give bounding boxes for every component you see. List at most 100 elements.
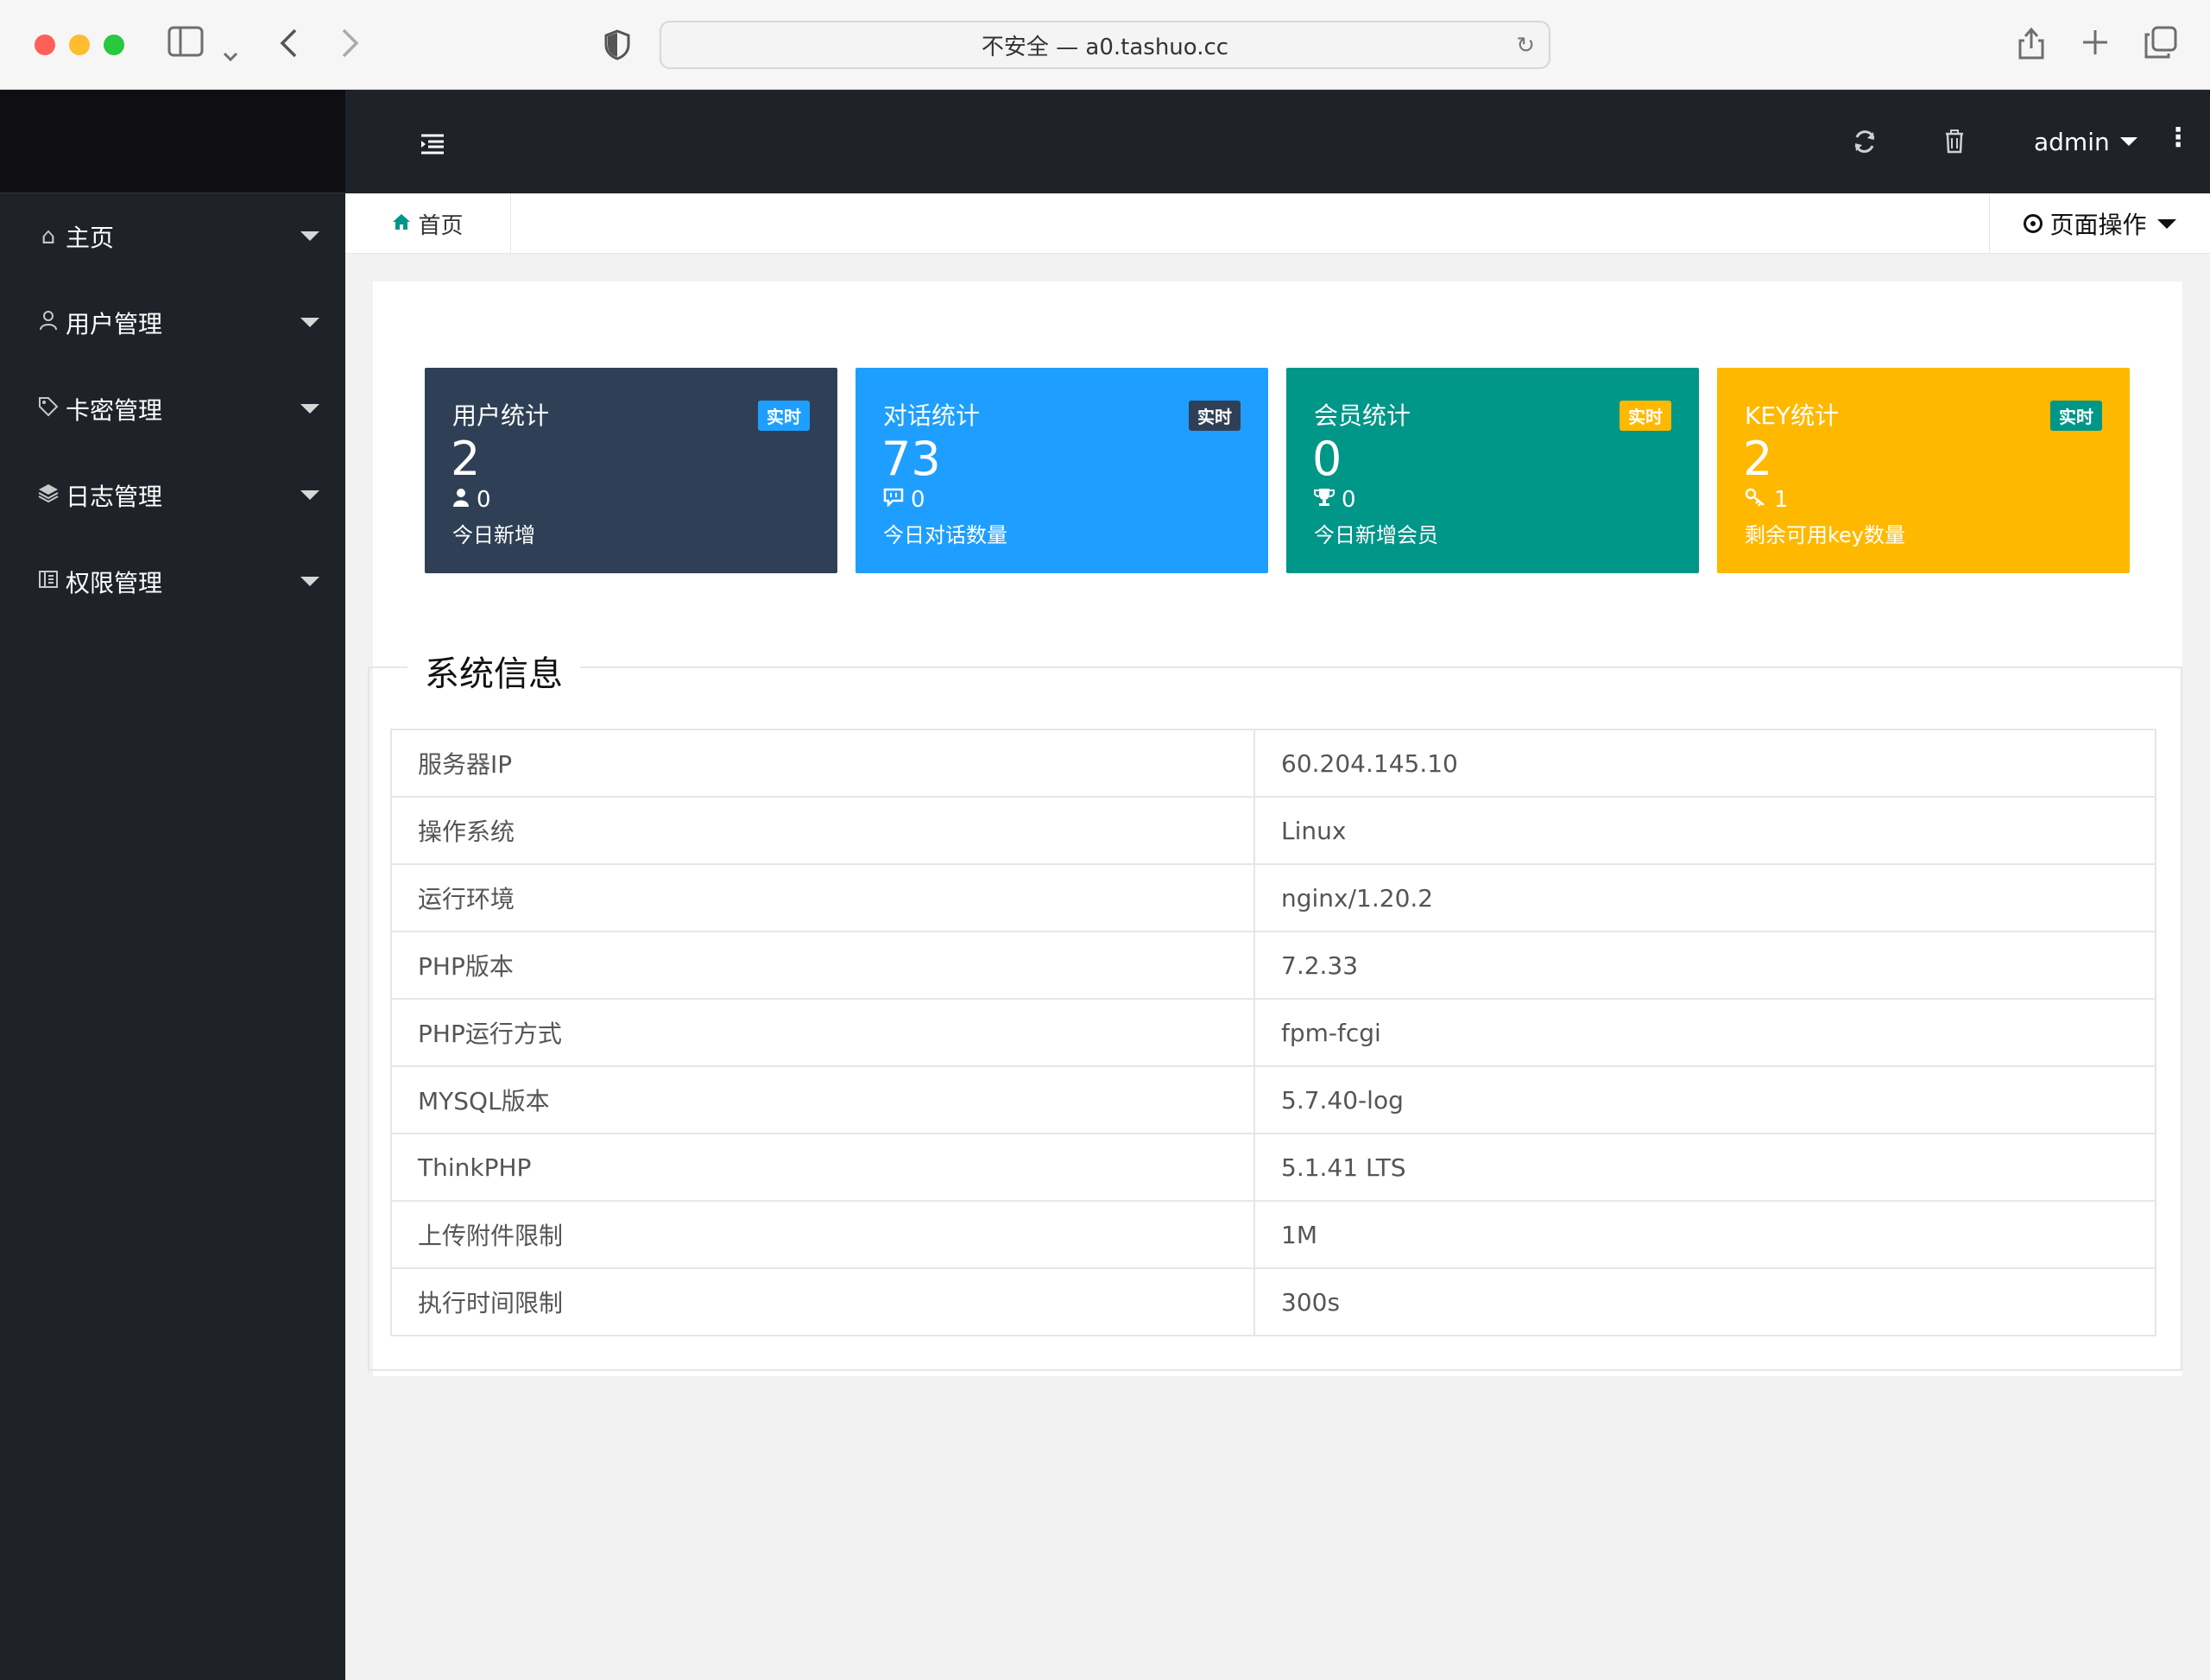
- table-row: PHP运行方式 fpm-fcgi: [390, 998, 2156, 1067]
- dashboard-panel: 用户统计 实时 2 0 今日新增 对话统计 实时 73 0 今日对话数量 会员统…: [368, 281, 2182, 1376]
- stat-title: 用户统计: [452, 401, 550, 430]
- chat-icon: [883, 488, 904, 512]
- tab-bar: 首页 页面操作: [345, 193, 2210, 254]
- permission-icon: [35, 569, 62, 596]
- realtime-badge: 实时: [1189, 401, 1241, 431]
- sidebar: ⌂ 主页 用户管理 卡密管理 日志管理 权限管理: [0, 90, 345, 1680]
- refresh-icon[interactable]: [1853, 128, 1877, 161]
- stat-card-members: 会员统计 实时 0 0 今日新增会员: [1286, 368, 1699, 573]
- stat-value: 73: [881, 432, 941, 486]
- trash-icon[interactable]: [1944, 128, 1965, 161]
- stat-sub: 0: [452, 487, 491, 513]
- zoom-window-button[interactable]: [104, 35, 124, 55]
- info-value: 5.7.40-log: [1253, 1065, 2156, 1134]
- sidebar-item-label: 日志管理: [66, 483, 163, 511]
- info-value: 7.2.33: [1253, 931, 2156, 1000]
- stat-description: 剩余可用key数量: [1745, 523, 1906, 547]
- stat-card-users: 用户统计 实时 2 0 今日新增: [425, 368, 837, 573]
- stat-title: 对话统计: [883, 401, 981, 430]
- system-info-table: 服务器IP 60.204.145.10 操作系统 Linux 运行环境 ngin…: [390, 729, 2156, 1336]
- sidebar-item-label: 卡密管理: [66, 396, 163, 425]
- stat-sub: 1: [1745, 487, 1789, 513]
- home-icon: ⌂: [41, 224, 56, 249]
- sidebar-item-log-management[interactable]: 日志管理: [0, 452, 345, 539]
- layers-icon: [35, 483, 62, 509]
- tab-home-label: 首页: [418, 212, 464, 239]
- info-value: nginx/1.20.2: [1253, 863, 2156, 932]
- user-icon: [35, 310, 62, 337]
- page-operations-label: 页面操作: [2049, 211, 2147, 239]
- tabs-overview-icon[interactable]: [2144, 26, 2177, 65]
- info-key: 上传附件限制: [390, 1200, 1255, 1269]
- close-window-button[interactable]: [35, 35, 55, 55]
- back-icon[interactable]: [278, 28, 299, 65]
- key-icon: [1745, 488, 1767, 512]
- address-text: 不安全 — a0.tashuo.cc: [981, 34, 1229, 60]
- stat-value: 0: [1312, 432, 1342, 486]
- info-key: PHP版本: [390, 931, 1255, 1000]
- realtime-badge: 实时: [758, 401, 810, 431]
- sidebar-toggle-icon[interactable]: [167, 26, 204, 63]
- forward-icon[interactable]: [340, 28, 361, 65]
- sidebar-item-home[interactable]: ⌂ 主页: [0, 193, 345, 280]
- info-value: 1M: [1253, 1200, 2156, 1269]
- info-key: MYSQL版本: [390, 1065, 1255, 1134]
- caret-down-icon: [300, 490, 319, 500]
- stat-sub-value: 0: [1342, 487, 1356, 513]
- plus-icon[interactable]: [2081, 28, 2110, 63]
- caret-down-icon: [300, 231, 319, 241]
- caret-down-icon: [2119, 137, 2137, 146]
- info-value: fpm-fcgi: [1253, 998, 2156, 1067]
- admin-username: admin: [2034, 127, 2110, 156]
- sidebar-item-user-management[interactable]: 用户管理: [0, 280, 345, 366]
- trophy-icon: [1314, 488, 1335, 512]
- stat-title: KEY统计: [1745, 401, 1840, 430]
- stat-sub: 0: [883, 487, 925, 513]
- info-value: 5.1.41 LTS: [1253, 1133, 2156, 1202]
- table-row: 操作系统 Linux: [390, 796, 2156, 865]
- sidebar-item-permission-management[interactable]: 权限管理: [0, 539, 345, 625]
- user-icon: [452, 488, 470, 512]
- logo-area: [0, 90, 345, 193]
- shield-icon[interactable]: [604, 29, 630, 66]
- stat-sub-value: 0: [911, 487, 925, 513]
- sidebar-item-label: 主页: [66, 224, 115, 252]
- caret-down-icon: [300, 318, 319, 327]
- chevron-down-icon[interactable]: [223, 35, 238, 69]
- table-row: 运行环境 nginx/1.20.2: [390, 863, 2156, 932]
- table-row: 上传附件限制 1M: [390, 1200, 2156, 1269]
- caret-down-icon: [2156, 218, 2176, 229]
- page-operations-dropdown[interactable]: 页面操作: [1989, 193, 2210, 254]
- sidebar-item-card-management[interactable]: 卡密管理: [0, 366, 345, 452]
- sidebar-item-label: 用户管理: [66, 310, 163, 338]
- stat-card-conversations: 对话统计 实时 73 0 今日对话数量: [856, 368, 1268, 573]
- info-key: ThinkPHP: [390, 1133, 1255, 1202]
- top-header: admin ⋮: [345, 90, 2210, 193]
- info-value: 60.204.145.10: [1253, 729, 2156, 798]
- sidebar-item-label: 权限管理: [66, 569, 163, 597]
- home-icon: [392, 211, 411, 237]
- menu-collapse-icon[interactable]: [420, 129, 445, 162]
- info-key: 服务器IP: [390, 729, 1255, 798]
- reload-icon[interactable]: ↻: [1516, 33, 1535, 59]
- tag-icon: [35, 396, 62, 423]
- address-bar[interactable]: 不安全 — a0.tashuo.cc ↻: [660, 21, 1550, 69]
- stat-sub-value: 0: [477, 487, 491, 513]
- stat-description: 今日新增会员: [1314, 523, 1438, 547]
- realtime-badge: 实时: [1620, 401, 1671, 431]
- tab-home[interactable]: 首页: [345, 193, 511, 254]
- table-row: 执行时间限制 300s: [390, 1267, 2156, 1336]
- target-icon: [2024, 214, 2043, 233]
- minimize-window-button[interactable]: [69, 35, 90, 55]
- more-vertical-icon[interactable]: ⋮: [2165, 123, 2191, 153]
- table-row: MYSQL版本 5.7.40-log: [390, 1065, 2156, 1134]
- info-value: 300s: [1253, 1267, 2156, 1336]
- stat-title: 会员统计: [1314, 401, 1411, 430]
- caret-down-icon: [300, 577, 319, 586]
- stat-sub: 0: [1314, 487, 1356, 513]
- share-icon[interactable]: [2017, 26, 2046, 66]
- table-row: PHP版本 7.2.33: [390, 931, 2156, 1000]
- admin-user-menu[interactable]: admin: [2034, 90, 2137, 193]
- table-row: ThinkPHP 5.1.41 LTS: [390, 1133, 2156, 1202]
- stat-sub-value: 1: [1774, 487, 1789, 513]
